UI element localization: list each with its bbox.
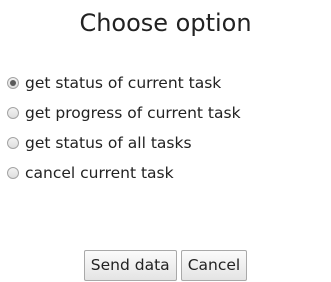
radio-button[interactable]	[7, 107, 19, 119]
option-get-status-current[interactable]: get status of current task	[7, 68, 329, 98]
option-label: get status of all tasks	[25, 134, 192, 152]
choose-option-dialog: Choose option get status of current task…	[0, 0, 331, 282]
option-radio-group: get status of current task get progress …	[7, 68, 329, 188]
option-get-status-all[interactable]: get status of all tasks	[7, 128, 329, 158]
radio-button[interactable]	[7, 137, 19, 149]
option-get-progress-current[interactable]: get progress of current task	[7, 98, 329, 128]
dialog-title: Choose option	[79, 9, 252, 37]
radio-button[interactable]	[7, 167, 19, 179]
option-label: get progress of current task	[25, 104, 241, 122]
dialog-buttons: Send data Cancel	[0, 250, 331, 281]
send-data-button[interactable]: Send data	[83, 250, 177, 281]
option-label: cancel current task	[25, 164, 174, 182]
radio-button-selected[interactable]	[7, 77, 19, 89]
cancel-button[interactable]: Cancel	[180, 250, 248, 281]
option-cancel-current[interactable]: cancel current task	[7, 158, 329, 188]
option-label: get status of current task	[25, 74, 222, 92]
